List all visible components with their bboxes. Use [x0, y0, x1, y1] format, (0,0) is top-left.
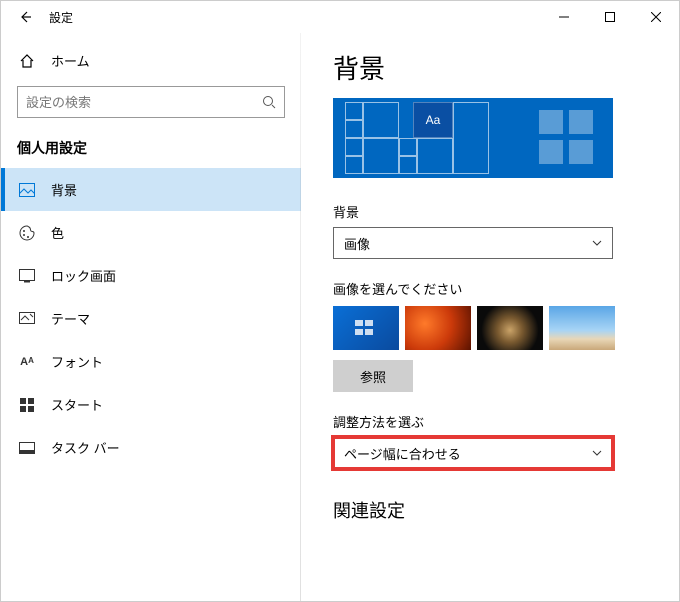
start-icon	[17, 398, 37, 412]
chevron-down-icon	[592, 450, 602, 456]
desktop-preview: Aa	[333, 98, 613, 178]
minimize-icon	[559, 12, 569, 22]
home-nav[interactable]: ホーム	[1, 41, 301, 80]
thumbnail-1[interactable]	[333, 306, 399, 350]
window-controls	[541, 1, 679, 33]
close-icon	[651, 12, 661, 22]
search-icon	[262, 95, 276, 109]
home-icon	[17, 53, 37, 69]
picture-thumbnails	[333, 306, 671, 350]
thumbnail-2[interactable]	[405, 306, 471, 350]
maximize-icon	[605, 12, 615, 22]
background-label: 背景	[333, 202, 671, 221]
sidebar-item-label: 背景	[51, 180, 77, 199]
minimize-button[interactable]	[541, 1, 587, 33]
sidebar-item-colors[interactable]: 色	[1, 211, 301, 254]
search-input[interactable]	[26, 95, 262, 110]
preview-sample-text: Aa	[413, 102, 453, 138]
picture-icon	[17, 183, 37, 197]
sidebar-section-label: 個人用設定	[1, 132, 301, 168]
theme-icon	[17, 312, 37, 326]
sidebar-item-themes[interactable]: テーマ	[1, 297, 301, 340]
page-title: 背景	[333, 49, 671, 86]
fit-label: 調整方法を選ぶ	[333, 412, 671, 431]
lockscreen-icon	[17, 269, 37, 283]
sidebar-item-label: フォント	[51, 352, 103, 371]
sidebar-item-label: 色	[51, 223, 64, 242]
titlebar: 設定	[1, 1, 679, 33]
palette-icon	[17, 225, 37, 241]
sidebar: ホーム 個人用設定 背景 色 ロック画面 テーマ AA フォント	[1, 33, 301, 601]
close-button[interactable]	[633, 1, 679, 33]
font-icon: AA	[17, 356, 37, 368]
back-button[interactable]	[9, 1, 41, 33]
sidebar-item-fonts[interactable]: AA フォント	[1, 340, 301, 383]
thumbnail-3[interactable]	[477, 306, 543, 350]
home-label: ホーム	[51, 51, 90, 70]
related-settings-heading: 関連設定	[333, 497, 671, 523]
window-title: 設定	[49, 9, 73, 26]
sidebar-item-label: スタート	[51, 395, 103, 414]
choose-picture-label: 画像を選んでください	[333, 279, 671, 298]
fit-dropdown-value: ページ幅に合わせる	[344, 444, 461, 463]
background-dropdown[interactable]: 画像	[333, 227, 613, 259]
thumbnail-4[interactable]	[549, 306, 615, 350]
sidebar-item-taskbar[interactable]: タスク バー	[1, 426, 301, 469]
content-area: 背景 Aa 背景 画像	[301, 33, 679, 601]
chevron-down-icon	[592, 240, 602, 246]
sidebar-item-label: タスク バー	[51, 438, 120, 457]
sidebar-item-label: ロック画面	[51, 266, 116, 285]
fit-dropdown[interactable]: ページ幅に合わせる	[333, 437, 613, 469]
arrow-left-icon	[18, 10, 32, 24]
maximize-button[interactable]	[587, 1, 633, 33]
sidebar-item-lockscreen[interactable]: ロック画面	[1, 254, 301, 297]
sidebar-item-background[interactable]: 背景	[1, 168, 301, 211]
sidebar-item-label: テーマ	[51, 309, 90, 328]
browse-button[interactable]: 参照	[333, 360, 413, 392]
background-dropdown-value: 画像	[344, 234, 370, 253]
search-box[interactable]	[17, 86, 285, 118]
taskbar-icon	[17, 442, 37, 454]
sidebar-item-start[interactable]: スタート	[1, 383, 301, 426]
